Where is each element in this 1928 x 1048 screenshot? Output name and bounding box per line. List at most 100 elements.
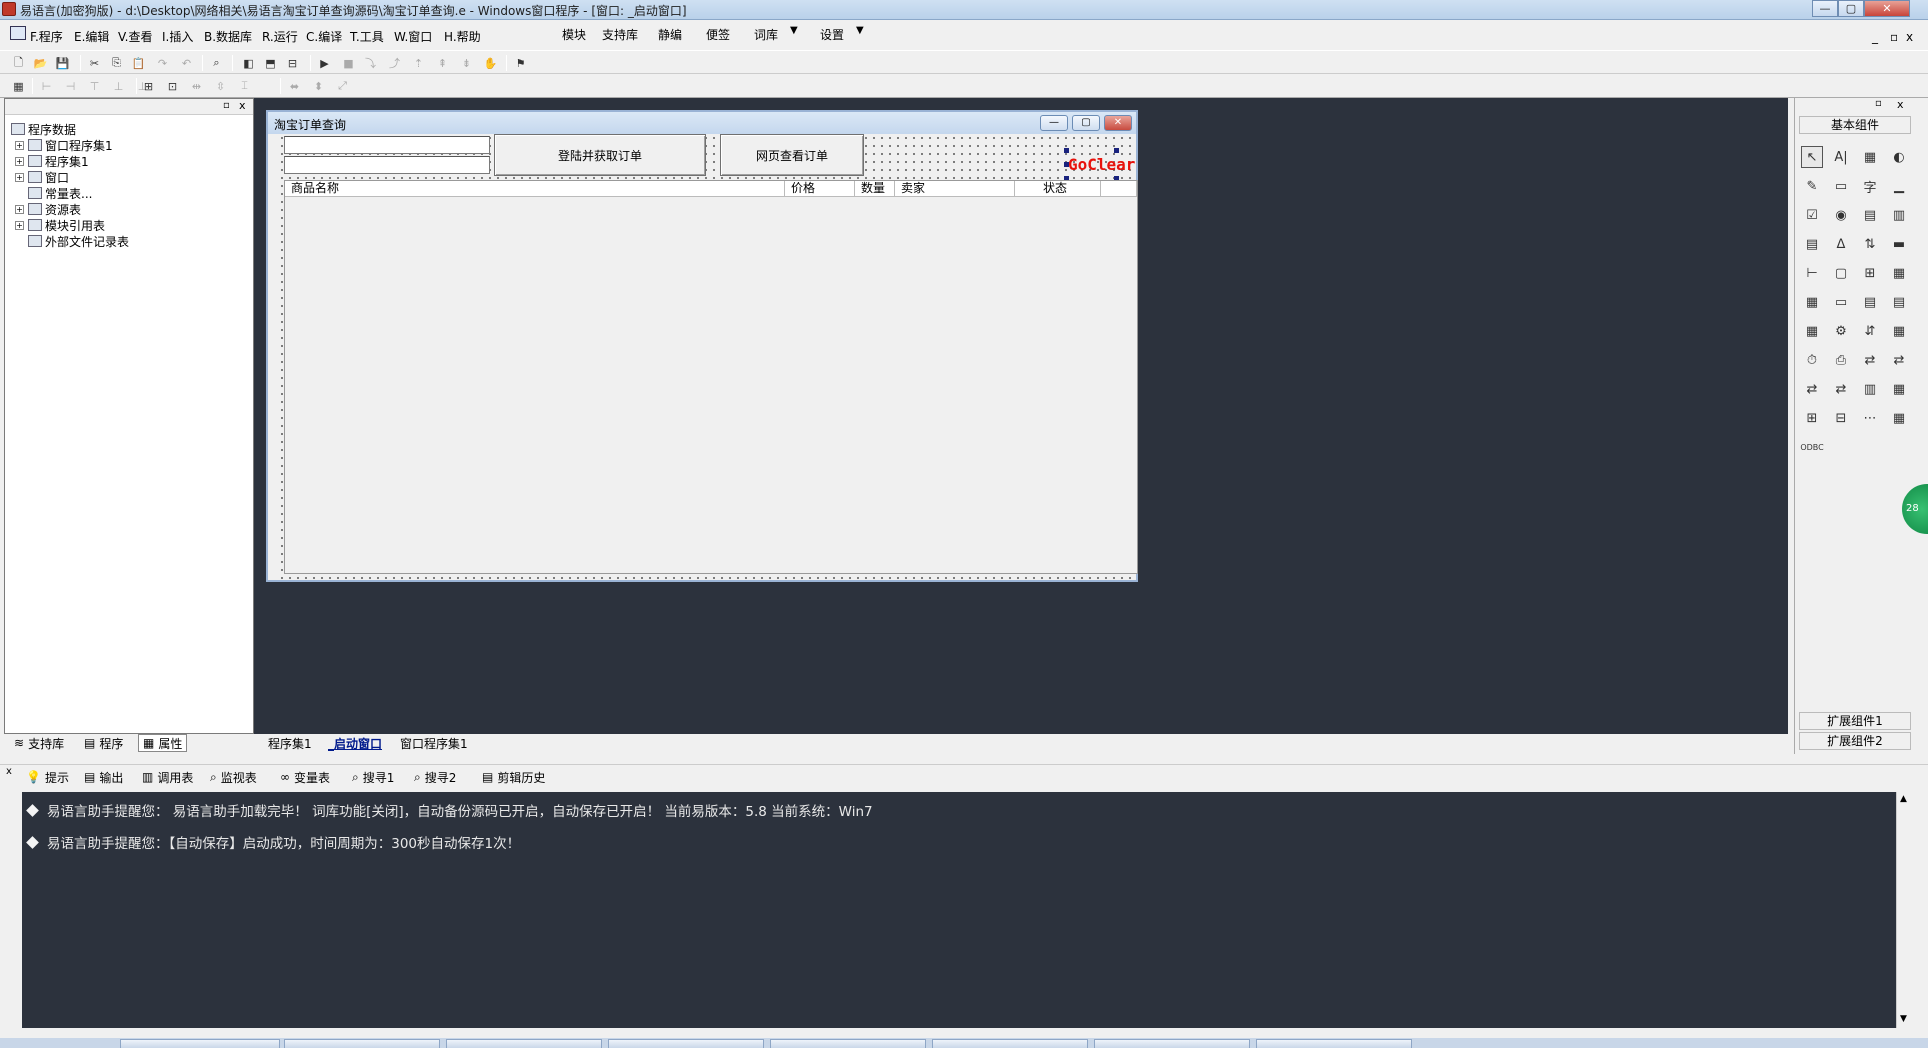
- menu-static-compile[interactable]: 静编: [658, 26, 682, 43]
- hand-icon[interactable]: ✋: [482, 55, 499, 71]
- spacing-h-icon[interactable]: ⇹: [188, 78, 205, 94]
- align-middle-icon[interactable]: ⊥: [110, 78, 127, 94]
- tree-root[interactable]: 程序数据: [11, 121, 76, 137]
- menu-help[interactable]: H.帮助: [444, 28, 481, 45]
- component-tool-icon[interactable]: ▭: [1830, 175, 1852, 197]
- copy-icon[interactable]: ⎘: [108, 55, 125, 71]
- selection-handle[interactable]: [1114, 148, 1119, 153]
- mdi-minimize-button[interactable]: _: [1872, 30, 1878, 44]
- component-tool-icon[interactable]: ◐: [1888, 146, 1910, 168]
- component-tool-icon[interactable]: ▁: [1888, 175, 1910, 197]
- size-height-icon[interactable]: ⬍: [310, 78, 327, 94]
- cut-icon[interactable]: ✂: [86, 55, 103, 71]
- component-tool-icon[interactable]: ⏱: [1801, 349, 1823, 371]
- taskbar-item[interactable]: [446, 1039, 602, 1048]
- component-tool-icon[interactable]: ▦: [1888, 407, 1910, 429]
- selection-handle[interactable]: [1064, 162, 1069, 167]
- taskbar-item[interactable]: [284, 1039, 440, 1048]
- tree-item-resources[interactable]: + 资源表: [15, 201, 81, 217]
- save-icon[interactable]: 💾: [54, 55, 71, 71]
- component-tool-icon[interactable]: ▦: [1859, 146, 1881, 168]
- close-panel-button[interactable]: x: [1897, 98, 1904, 111]
- tree-item-assembly[interactable]: + 程序集1: [15, 153, 89, 169]
- menu-thesaurus[interactable]: 词库: [754, 26, 778, 43]
- component-tool-icon[interactable]: ⇵: [1859, 320, 1881, 342]
- menu-program[interactable]: F.程序: [30, 28, 63, 45]
- expand-icon[interactable]: +: [15, 172, 24, 182]
- tab-call-stack[interactable]: ▥ 调用表: [142, 768, 193, 786]
- open-file-icon[interactable]: 📂: [32, 55, 49, 71]
- basic-components-header[interactable]: 基本组件: [1799, 116, 1911, 134]
- component-tool-icon[interactable]: ⊞: [1801, 407, 1823, 429]
- component-tool-icon[interactable]: ☑: [1801, 204, 1823, 226]
- output-pane[interactable]: 易语言助手提醒您： 易语言助手加载完毕！ 词库功能[关闭]，自动备份源码已开启，…: [22, 792, 1896, 1028]
- run-icon[interactable]: ▶: [316, 55, 333, 71]
- component-tool-icon[interactable]: ⊢: [1801, 262, 1823, 284]
- tab-support-lib[interactable]: ≋ 支持库: [10, 734, 68, 752]
- component-tool-icon[interactable]: ▥: [1888, 204, 1910, 226]
- close-output-icon[interactable]: x: [6, 766, 12, 777]
- component-tool-icon[interactable]: ⇄: [1801, 378, 1823, 400]
- tree-item-window[interactable]: + 窗口: [15, 169, 69, 185]
- component-tool-icon[interactable]: ▦: [1801, 291, 1823, 313]
- expand-icon[interactable]: +: [15, 220, 24, 230]
- tab-window-assembly1[interactable]: 窗口程序集1: [400, 734, 468, 752]
- component-tool-icon[interactable]: ✎: [1801, 175, 1823, 197]
- new-file-icon[interactable]: 🗋: [10, 55, 27, 71]
- component-tool-icon[interactable]: A|: [1830, 146, 1852, 168]
- step-over-icon[interactable]: ⤴: [386, 55, 403, 71]
- password-input[interactable]: [284, 156, 490, 174]
- tab-assembly1[interactable]: 程序集1: [268, 734, 312, 752]
- tab-output[interactable]: ▤ 输出: [84, 768, 123, 786]
- column-product-name[interactable]: 商品名称: [285, 181, 785, 197]
- taskbar-item[interactable]: [1094, 1039, 1250, 1048]
- tab-variables[interactable]: ∞ 变量表: [280, 768, 330, 786]
- tab-startup-window[interactable]: _启动窗口: [328, 734, 382, 752]
- maximize-button[interactable]: ▢: [1838, 0, 1864, 17]
- menu-tools[interactable]: T.工具: [350, 28, 384, 45]
- step-cursor-icon[interactable]: ⇞: [434, 55, 451, 71]
- align-left-icon[interactable]: ⊢: [38, 78, 55, 94]
- component-tool-icon[interactable]: ⚙: [1830, 320, 1852, 342]
- group-select-icon[interactable]: ⊞: [140, 78, 157, 94]
- step-out-icon[interactable]: ⇡: [410, 55, 427, 71]
- tab-search2[interactable]: ⌕ 搜寻2: [414, 768, 456, 786]
- extension-components-2-tab[interactable]: 扩展组件2: [1799, 732, 1911, 750]
- expand-icon[interactable]: +: [15, 140, 24, 150]
- menu-compile[interactable]: C.编译: [306, 28, 342, 45]
- redo-icon[interactable]: ↷: [154, 55, 171, 71]
- column-price[interactable]: 价格: [785, 181, 855, 197]
- close-panel-button[interactable]: x: [239, 99, 246, 112]
- tab-clip-history[interactable]: ▤ 剪辑历史: [482, 768, 545, 786]
- component-tool-icon[interactable]: ⇄: [1830, 378, 1852, 400]
- component-tool-icon[interactable]: ▦: [1888, 262, 1910, 284]
- find-icon[interactable]: ⌕: [208, 55, 225, 71]
- component-tool-icon[interactable]: ▢: [1830, 262, 1852, 284]
- chevron-down-icon[interactable]: ▼: [856, 25, 864, 36]
- component-tool-icon[interactable]: ▬: [1888, 233, 1910, 255]
- component-tool-icon[interactable]: ▥: [1859, 378, 1881, 400]
- close-button[interactable]: ✕: [1864, 0, 1910, 17]
- tree-item-external-files[interactable]: 外部文件记录表: [28, 233, 129, 249]
- component-tool-icon[interactable]: ▤: [1859, 204, 1881, 226]
- menu-support-lib[interactable]: 支持库: [602, 26, 638, 43]
- taskbar-item[interactable]: [770, 1039, 926, 1048]
- align-top-icon[interactable]: ⊤: [86, 78, 103, 94]
- tab-program[interactable]: ▤ 程序: [80, 734, 127, 752]
- component-tool-icon[interactable]: ▤: [1888, 291, 1910, 313]
- taskbar-item[interactable]: [608, 1039, 764, 1048]
- form-close-button[interactable]: ✕: [1104, 115, 1132, 131]
- scroll-down-icon[interactable]: ▼: [1900, 1014, 1907, 1024]
- username-input[interactable]: [284, 136, 490, 154]
- menu-insert[interactable]: I.插入: [162, 28, 193, 45]
- orders-list[interactable]: 商品名称 价格 数量 卖家 状态: [284, 180, 1138, 574]
- menu-notes[interactable]: 便签: [706, 26, 730, 43]
- assistant-icon[interactable]: ⚑: [512, 55, 529, 71]
- menu-edit[interactable]: E.编辑: [74, 28, 109, 45]
- column-quantity[interactable]: 数量: [855, 181, 895, 197]
- chevron-down-icon[interactable]: ▼: [790, 25, 798, 36]
- component-tool-icon[interactable]: 字: [1859, 175, 1881, 197]
- extension-components-1-tab[interactable]: 扩展组件1: [1799, 712, 1911, 730]
- component-tool-icon[interactable]: ◉: [1830, 204, 1852, 226]
- component-tool-icon[interactable]: ⊞: [1859, 262, 1881, 284]
